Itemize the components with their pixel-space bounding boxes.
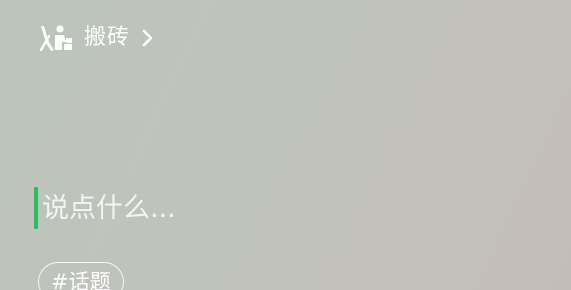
compose-input[interactable] <box>42 186 482 230</box>
status-selector[interactable]: 搬砖 <box>38 20 156 56</box>
compose-area <box>34 186 534 230</box>
topic-button[interactable]: #话题 <box>38 262 124 290</box>
worker-carrying-bricks-icon <box>39 25 72 52</box>
topic-label: #话题 <box>51 270 111 290</box>
text-cursor <box>34 187 38 229</box>
chevron-right-icon <box>142 29 153 47</box>
status-label: 搬砖 <box>84 25 131 50</box>
compose-screen: 搬砖 #话题 <box>0 0 571 290</box>
